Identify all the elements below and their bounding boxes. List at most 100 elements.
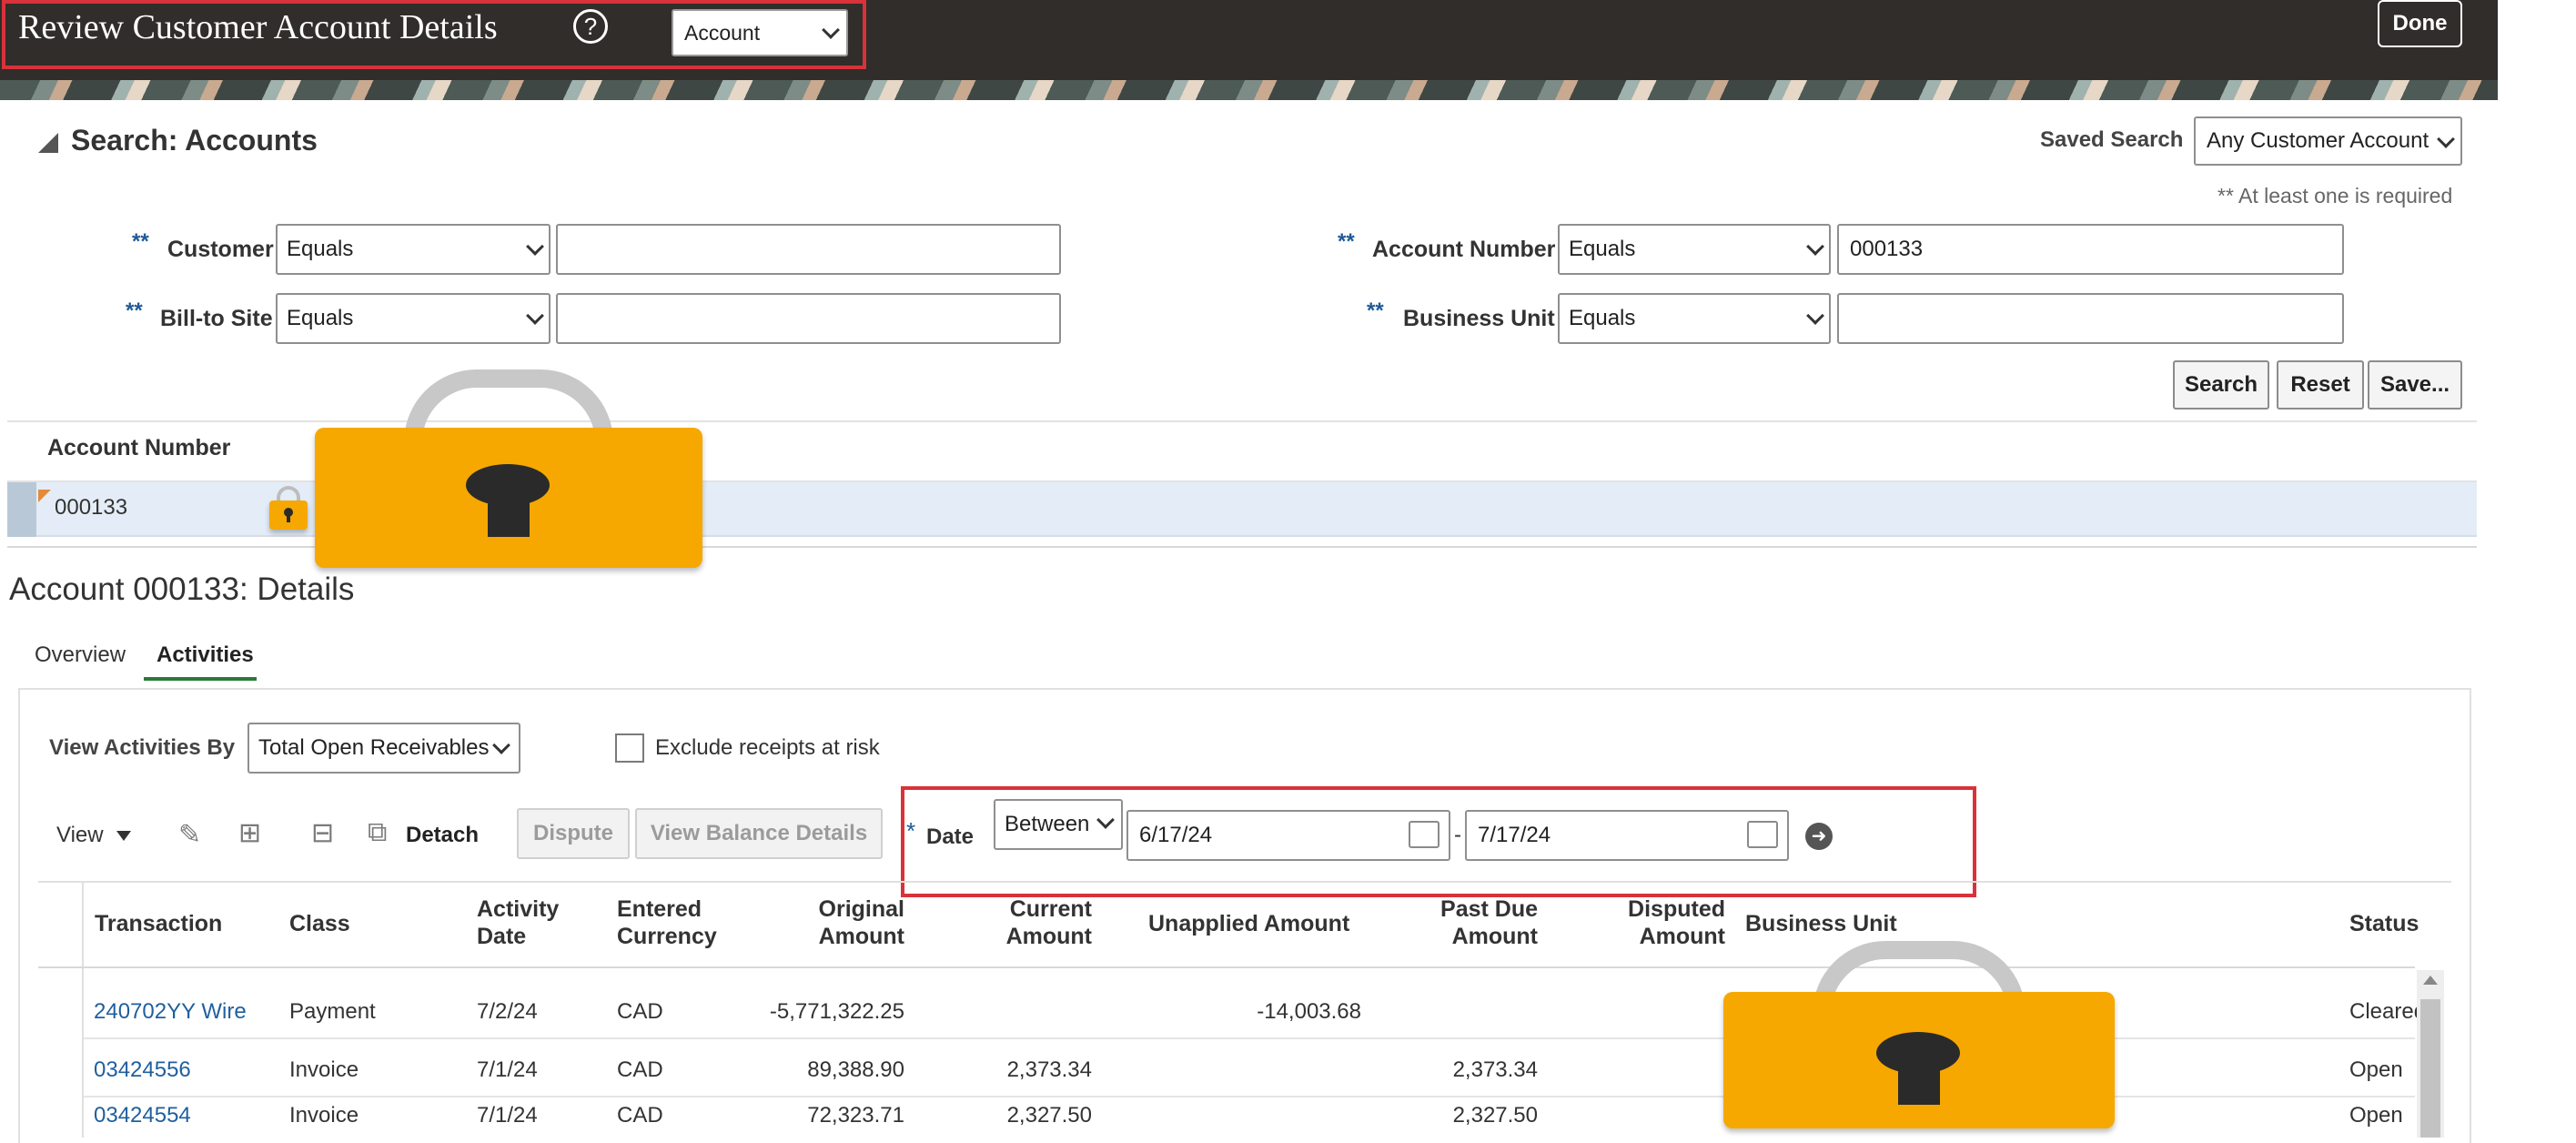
row-selector-column — [38, 883, 84, 1138]
exclude-receipts-checkbox[interactable] — [615, 733, 644, 763]
column-header-text: Past Due — [1440, 896, 1538, 922]
lock-icon — [1723, 941, 2115, 1128]
saved-search-select[interactable]: Any Customer Account — [2194, 116, 2462, 166]
currency-cell: CAD — [617, 1103, 663, 1128]
class-cell: Invoice — [289, 1057, 359, 1082]
filter-rows-icon[interactable]: ⊟ — [311, 817, 334, 849]
column-header-unapplied-amount[interactable]: Unapplied Amount — [1148, 910, 1349, 937]
done-button[interactable]: Done — [2378, 0, 2462, 47]
column-header-class[interactable]: Class — [289, 910, 350, 937]
transaction-link[interactable]: 240702YY Wire — [94, 999, 247, 1025]
past-due-amount-cell: 2,327.50 — [1452, 1103, 1538, 1128]
transaction-link[interactable]: 03424554 — [94, 1103, 191, 1128]
save-button[interactable]: Save... — [2368, 360, 2462, 410]
account-number-input[interactable]: 000133 — [1837, 224, 2344, 275]
activity-date-cell: 7/1/24 — [477, 1057, 538, 1082]
saved-search-label: Saved Search — [2040, 127, 2184, 152]
required-marker: ** — [1338, 229, 1355, 254]
status-cell: Cleared — [2349, 999, 2427, 1024]
divider — [38, 881, 2451, 883]
current-amount-cell: 2,373.34 — [1006, 1057, 1092, 1082]
chevron-down-icon — [2437, 130, 2455, 148]
lock-icon — [315, 369, 702, 568]
bill-to-site-operator-value: Equals — [287, 306, 354, 330]
required-marker: ** — [1367, 298, 1384, 323]
collapse-triangle-icon[interactable] — [38, 133, 58, 153]
column-header-current-amount[interactable]: Current Amount — [955, 895, 1092, 950]
chevron-down-icon — [526, 238, 544, 256]
original-amount-cell: 89,388.90 — [807, 1057, 904, 1082]
column-header-text: Date — [477, 924, 527, 949]
status-cell: Open — [2349, 1103, 2403, 1128]
detach-button[interactable]: Detach — [406, 823, 479, 848]
search-heading: Search: Accounts — [71, 124, 318, 157]
past-due-amount-cell: 2,373.34 — [1452, 1057, 1538, 1082]
account-number-column-header[interactable]: Account Number — [47, 435, 230, 461]
class-cell: Invoice — [289, 1103, 359, 1128]
tab-activities[interactable]: Activities — [157, 642, 254, 668]
customer-operator-select[interactable]: Equals — [276, 224, 551, 275]
view-balance-details-button[interactable]: View Balance Details — [635, 808, 883, 859]
account-number-operator-value: Equals — [1569, 237, 1636, 261]
activity-date-cell: 7/1/24 — [477, 1103, 538, 1128]
business-unit-input[interactable] — [1837, 293, 2344, 344]
chevron-down-icon — [1806, 307, 1824, 325]
bill-to-site-label: Bill-to Site — [160, 306, 273, 331]
column-header-text: Activity — [477, 896, 560, 922]
column-header-entered-currency[interactable]: Entered Currency — [617, 895, 717, 950]
view-menu[interactable]: View — [56, 823, 104, 848]
lock-icon — [269, 486, 308, 530]
details-title: Account 000133: Details — [9, 572, 355, 607]
original-amount-cell: -5,771,322.25 — [769, 999, 904, 1024]
column-header-text: Amount — [1451, 924, 1538, 949]
active-tab-indicator — [144, 677, 257, 681]
currency-cell: CAD — [617, 1057, 663, 1082]
reset-button[interactable]: Reset — [2277, 360, 2364, 410]
chevron-down-icon — [1806, 238, 1824, 256]
customer-label: Customer — [167, 237, 274, 262]
current-amount-cell: 2,327.50 — [1006, 1103, 1092, 1128]
chevron-down-icon — [492, 736, 510, 754]
tab-overview[interactable]: Overview — [35, 642, 126, 668]
bill-to-site-operator-select[interactable]: Equals — [276, 293, 551, 344]
column-header-past-due-amount[interactable]: Past Due Amount — [1401, 895, 1538, 950]
column-header-activity-date[interactable]: Activity Date — [477, 895, 559, 950]
view-activities-by-select[interactable]: Total Open Receivables — [247, 723, 520, 774]
grid-settings-icon[interactable]: ⊞ — [238, 817, 261, 849]
scrollbar-thumb[interactable] — [2420, 999, 2440, 1138]
column-header-text: Amount — [1639, 924, 1725, 949]
account-number-operator-select[interactable]: Equals — [1558, 224, 1831, 275]
column-header-text: Disputed — [1628, 896, 1725, 922]
row-selector[interactable] — [7, 482, 36, 537]
exclude-receipts-label: Exclude receipts at risk — [655, 735, 880, 760]
transaction-link[interactable]: 03424556 — [94, 1057, 191, 1083]
saved-search-value: Any Customer Account — [2207, 128, 2430, 153]
status-cell: Open — [2349, 1057, 2403, 1082]
view-activities-by-value: Total Open Receivables — [258, 735, 490, 760]
column-header-text: Entered — [617, 896, 702, 922]
view-activities-by-label: View Activities By — [49, 735, 236, 760]
chevron-down-icon — [526, 307, 544, 325]
dispute-button[interactable]: Dispute — [517, 808, 630, 859]
required-marker: ** — [126, 298, 143, 323]
required-note: ** At least one is required — [2217, 184, 2453, 207]
column-header-disputed-amount[interactable]: Disputed Amount — [1589, 895, 1725, 950]
column-header-status[interactable]: Status — [2349, 910, 2419, 937]
bill-to-site-input[interactable] — [556, 293, 1061, 344]
column-header-original-amount[interactable]: Original Amount — [768, 895, 904, 950]
column-header-text: Currency — [617, 924, 717, 949]
customer-input[interactable] — [556, 224, 1061, 275]
caret-down-icon[interactable] — [116, 831, 131, 841]
business-unit-operator-value: Equals — [1569, 306, 1636, 330]
account-number-cell[interactable]: 000133 — [55, 495, 127, 521]
column-header-business-unit[interactable]: Business Unit — [1745, 910, 1897, 937]
business-unit-operator-select[interactable]: Equals — [1558, 293, 1831, 344]
column-header-transaction[interactable]: Transaction — [95, 910, 222, 937]
column-header-text: Current — [1009, 896, 1092, 922]
decorative-banner — [0, 80, 2498, 100]
currency-cell: CAD — [617, 999, 663, 1024]
scroll-up-icon[interactable] — [2423, 976, 2438, 985]
detach-icon[interactable]: ⧉ — [368, 817, 387, 848]
edit-pencil-icon[interactable]: ✎ — [178, 819, 201, 851]
search-button[interactable]: Search — [2173, 360, 2269, 410]
